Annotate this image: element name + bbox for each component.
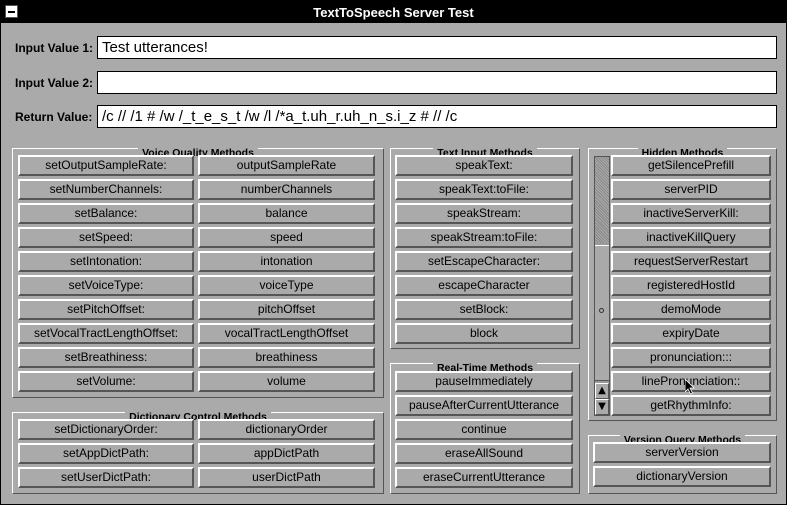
request-server-restart-button[interactable]: requestServerRestart [611, 251, 771, 272]
scroll-down-arrow-icon[interactable]: ▼ [595, 399, 609, 415]
get-silence-prefill-button[interactable]: getSilencePrefill [611, 155, 771, 176]
breathiness-button[interactable]: breathiness [198, 347, 375, 368]
speak-textto-file-button[interactable]: speakText:toFile: [395, 179, 573, 200]
set-block-button[interactable]: setBlock: [395, 299, 573, 320]
pitch-offset-button[interactable]: pitchOffset [198, 299, 375, 320]
speak-stream-button[interactable]: speakStream: [395, 203, 573, 224]
erase-all-sound-button[interactable]: eraseAllSound [395, 443, 573, 464]
set-vocal-tract-length-offset-button[interactable]: setVocalTractLengthOffset: [18, 323, 194, 344]
scrollbar-track[interactable] [595, 157, 609, 243]
scrollbar-grip-icon [599, 308, 604, 313]
set-output-sample-rate-button[interactable]: setOutputSampleRate: [18, 155, 194, 176]
mouse-pointer-icon [685, 379, 695, 395]
return-value-field[interactable]: /c // /1 # /w /_t_e_s_t /w /l /*a_t.uh_r… [97, 105, 777, 128]
return-value-label: Return Value: [15, 110, 93, 124]
set-intonation-button[interactable]: setIntonation: [18, 251, 194, 272]
scroll-up-arrow-icon[interactable]: ▲ [595, 383, 609, 399]
vocal-tract-length-offset-button[interactable]: vocalTractLengthOffset [198, 323, 375, 344]
set-number-channels-button[interactable]: setNumberChannels: [18, 179, 194, 200]
set-voice-type-button[interactable]: setVoiceType: [18, 275, 194, 296]
pronunciation-button[interactable]: pronunciation::: [611, 347, 771, 368]
user-dict-path-button[interactable]: userDictPath [198, 467, 375, 488]
inactive-server-kill-button[interactable]: inactiveServerKill: [611, 203, 771, 224]
set-app-dict-path-button[interactable]: setAppDictPath: [18, 443, 194, 464]
get-rhythm-info-button[interactable]: getRhythmInfo: [611, 395, 771, 416]
registered-host-id-button[interactable]: registeredHostId [611, 275, 771, 296]
dictionary-version-button[interactable]: dictionaryVersion [593, 466, 771, 487]
speak-text-button[interactable]: speakText: [395, 155, 573, 176]
escape-character-button[interactable]: escapeCharacter [395, 275, 573, 296]
server-version-button[interactable]: serverVersion [593, 442, 771, 463]
set-speed-button[interactable]: setSpeed: [18, 227, 194, 248]
speed-button[interactable]: speed [198, 227, 375, 248]
set-balance-button[interactable]: setBalance: [18, 203, 194, 224]
continue-button[interactable]: continue [395, 419, 573, 440]
hidden-methods-scrollbar[interactable]: ▲ ▼ [594, 156, 610, 416]
app-window: TextToSpeech Server Test Input Value 1: … [0, 0, 787, 505]
balance-button[interactable]: balance [198, 203, 375, 224]
set-user-dict-path-button[interactable]: setUserDictPath: [18, 467, 194, 488]
number-channels-button[interactable]: numberChannels [198, 179, 375, 200]
input-value-2-label: Input Value 2: [15, 76, 94, 90]
set-pitch-offset-button[interactable]: setPitchOffset: [18, 299, 194, 320]
voice-type-button[interactable]: voiceType [198, 275, 375, 296]
pause-immediately-button[interactable]: pauseImmediately [395, 371, 573, 392]
erase-current-utterance-button[interactable]: eraseCurrentUtterance [395, 467, 573, 488]
scrollbar-thumb[interactable] [595, 245, 609, 381]
input-value-1-label: Input Value 1: [15, 41, 94, 55]
set-volume-button[interactable]: setVolume: [18, 371, 194, 392]
input-value-1-field[interactable]: Test utterances! [97, 36, 777, 59]
volume-button[interactable]: volume [198, 371, 375, 392]
output-sample-rate-button[interactable]: outputSampleRate [198, 155, 375, 176]
demo-mode-button[interactable]: demoMode [611, 299, 771, 320]
set-escape-character-button[interactable]: setEscapeCharacter: [395, 251, 573, 272]
dictionary-order-button[interactable]: dictionaryOrder [198, 419, 375, 440]
window-title: TextToSpeech Server Test [313, 5, 474, 20]
title-bar[interactable]: TextToSpeech Server Test [1, 1, 786, 23]
expiry-date-button[interactable]: expiryDate [611, 323, 771, 344]
inactive-kill-query-button[interactable]: inactiveKillQuery [611, 227, 771, 248]
server-pid-button[interactable]: serverPID [611, 179, 771, 200]
pause-after-current-utterance-button[interactable]: pauseAfterCurrentUtterance [395, 395, 573, 416]
set-breathiness-button[interactable]: setBreathiness: [18, 347, 194, 368]
input-value-2-field[interactable] [97, 71, 777, 94]
set-dictionary-order-button[interactable]: setDictionaryOrder: [18, 419, 194, 440]
intonation-button[interactable]: intonation [198, 251, 375, 272]
speak-streamto-file-button[interactable]: speakStream:toFile: [395, 227, 573, 248]
block-button[interactable]: block [395, 323, 573, 344]
app-dict-path-button[interactable]: appDictPath [198, 443, 375, 464]
